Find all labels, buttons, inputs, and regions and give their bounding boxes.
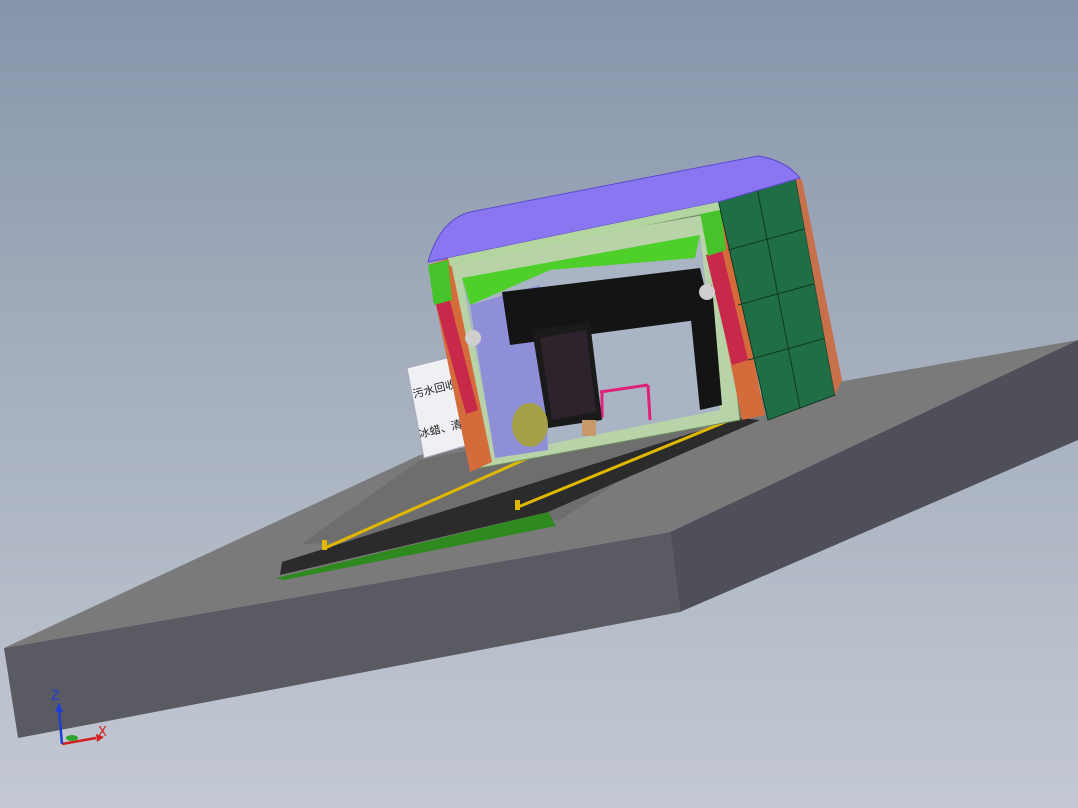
car-wash-model[interactable]: 污水回收过 冰蜡、清洁 — [0, 0, 1078, 808]
brush-wheel-yellow — [512, 403, 548, 447]
pink-pipe-v — [646, 384, 652, 421]
brush-mount-block — [582, 420, 596, 436]
rail-post-left — [322, 540, 327, 550]
cad-viewport[interactable]: 污水回收过 冰蜡、清洁 X Z — [0, 0, 1078, 808]
triad-z-axis — [57, 709, 64, 745]
left-pillar-sphere — [465, 330, 481, 346]
axis-triad: X Z — [51, 689, 107, 746]
rail-post-right — [515, 500, 520, 510]
triad-z-label: Z — [51, 689, 60, 704]
triad-y-axis — [66, 735, 78, 741]
right-pillar-sphere — [699, 284, 715, 300]
triad-x-label: X — [98, 725, 107, 740]
left-pillar-green-cap — [428, 260, 452, 305]
